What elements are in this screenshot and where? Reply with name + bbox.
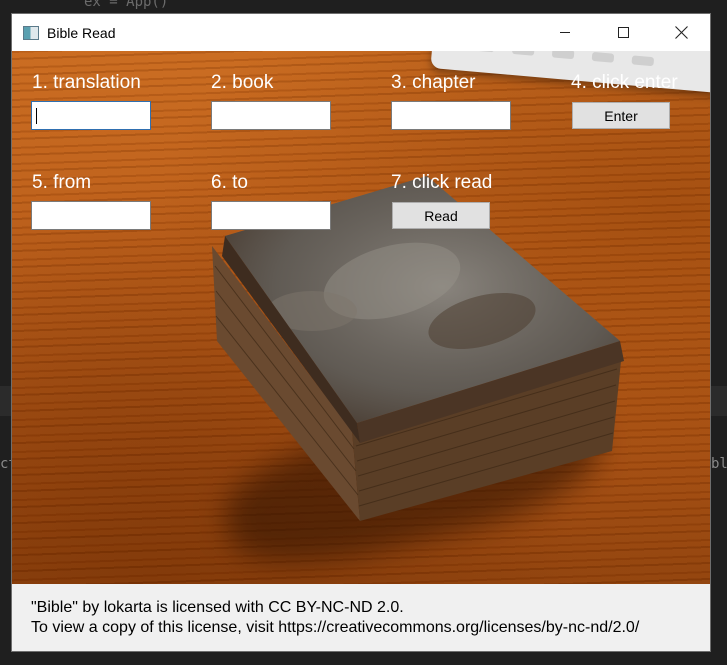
close-button[interactable] [652, 14, 710, 51]
license-line-attribution: "Bible" by lokarta is licensed with CC B… [31, 599, 404, 616]
background-photo: 1. translation 2. book 3. chapter 4. cli… [12, 51, 710, 584]
minimize-icon [560, 32, 570, 33]
from-verse-input[interactable] [31, 201, 151, 230]
read-step-label: 7. click read [391, 172, 493, 193]
license-notice: "Bible" by lokarta is licensed with CC B… [31, 598, 639, 638]
to-verse-input[interactable] [211, 201, 331, 230]
background-code-line: ex = App() [84, 0, 169, 10]
background-code-fragment-right: bl [711, 456, 727, 472]
app-window: Bible Read 1. translation 2. book 3. cha… [11, 13, 711, 652]
translation-label: 1. translation [32, 72, 141, 93]
enter-button[interactable]: Enter [572, 102, 670, 129]
maximize-button[interactable] [594, 14, 652, 51]
to-label: 6. to [211, 172, 248, 193]
window-title: Bible Read [47, 24, 116, 41]
translation-input[interactable] [31, 101, 151, 130]
read-button[interactable]: Read [392, 202, 490, 229]
from-label: 5. from [32, 172, 92, 193]
old-book-photo [212, 176, 624, 521]
title-bar[interactable]: Bible Read [12, 14, 710, 51]
license-line-url: To view a copy of this license, visit ht… [31, 619, 640, 636]
book-label: 2. book [211, 72, 274, 93]
text-caret [36, 108, 37, 124]
chapter-label: 3. chapter [391, 72, 476, 93]
book-input[interactable] [211, 101, 331, 130]
enter-step-label: 4. click enter [571, 72, 678, 93]
chapter-input[interactable] [391, 101, 511, 130]
app-window-icon [23, 25, 39, 40]
close-icon [674, 26, 688, 39]
maximize-icon [617, 27, 629, 38]
minimize-button[interactable] [536, 14, 594, 51]
